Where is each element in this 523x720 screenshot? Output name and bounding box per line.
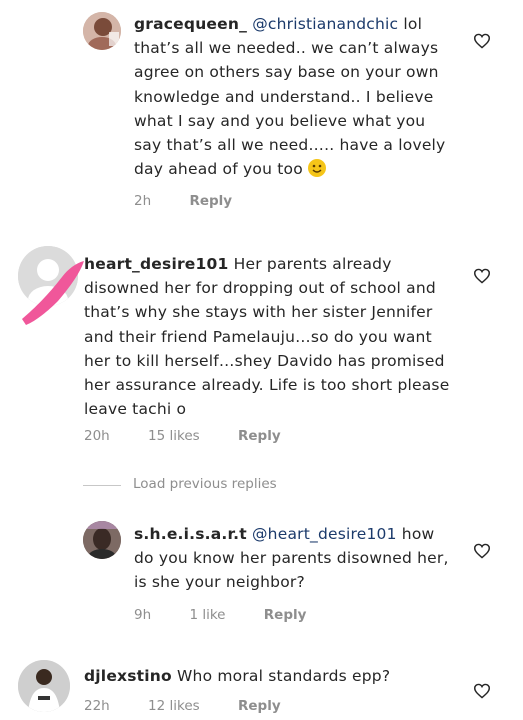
comment-text: gracequeen_ @christianandchic lol that’s…	[134, 12, 454, 181]
username[interactable]: djlexstino	[84, 667, 172, 685]
comment-meta: 20h 15 likes Reply	[84, 428, 315, 444]
comment-body: Her parents already disowned her for dro…	[84, 255, 450, 419]
avatar[interactable]	[83, 521, 121, 559]
load-previous-replies[interactable]: Load previous replies	[83, 476, 383, 496]
heart-icon[interactable]	[473, 683, 491, 699]
avatar[interactable]	[18, 660, 70, 712]
mention-link[interactable]: @christianandchic	[252, 15, 398, 33]
comment-meta: 2h Reply	[134, 193, 266, 209]
username[interactable]: s.h.e.i.s.a.r.t	[134, 525, 247, 543]
comment-meta: 22h 12 likes Reply	[84, 698, 315, 714]
username[interactable]: gracequeen_	[134, 15, 247, 33]
comment-body: lol that’s all we needed.. we can’t alwa…	[134, 15, 446, 179]
likes-count[interactable]: 12 likes	[148, 698, 200, 714]
reply-button[interactable]: Reply	[264, 607, 307, 623]
divider	[83, 485, 121, 486]
timestamp: 20h	[84, 428, 110, 444]
timestamp: 22h	[84, 698, 110, 714]
pink-redaction-mark	[22, 261, 84, 325]
comment-sheisart: s.h.e.i.s.a.r.t @heart_desire101 how do …	[0, 510, 523, 630]
heart-icon[interactable]	[473, 33, 491, 49]
comment-text: djlexstino Who moral standards epp?	[84, 664, 454, 688]
comment-text: heart_desire101 Her parents already diso…	[84, 252, 454, 421]
username[interactable]: heart_desire101	[84, 255, 228, 273]
comment-djlexstino: djlexstino Who moral standards epp? 22h …	[0, 650, 523, 720]
likes-count[interactable]: 1 like	[189, 607, 225, 623]
comment-gracequeen: gracequeen_ @christianandchic lol that’s…	[0, 0, 523, 215]
reply-button[interactable]: Reply	[238, 698, 281, 714]
mention-link[interactable]: @heart_desire101	[252, 525, 397, 543]
heart-icon[interactable]	[473, 268, 491, 284]
avatar[interactable]	[83, 12, 121, 50]
timestamp: 2h	[134, 193, 152, 209]
likes-count[interactable]: 15 likes	[148, 428, 200, 444]
reply-button[interactable]: Reply	[238, 428, 281, 444]
comment-text: s.h.e.i.s.a.r.t @heart_desire101 how do …	[134, 522, 454, 595]
comment-meta: 9h 1 like Reply	[134, 607, 340, 623]
heart-icon[interactable]	[473, 543, 491, 559]
timestamp: 9h	[134, 607, 152, 623]
reply-button[interactable]: Reply	[189, 193, 232, 209]
smiling-face-emoji-icon	[308, 159, 327, 178]
load-previous-label[interactable]: Load previous replies	[133, 476, 277, 492]
comment-body: Who moral standards epp?	[177, 667, 391, 685]
